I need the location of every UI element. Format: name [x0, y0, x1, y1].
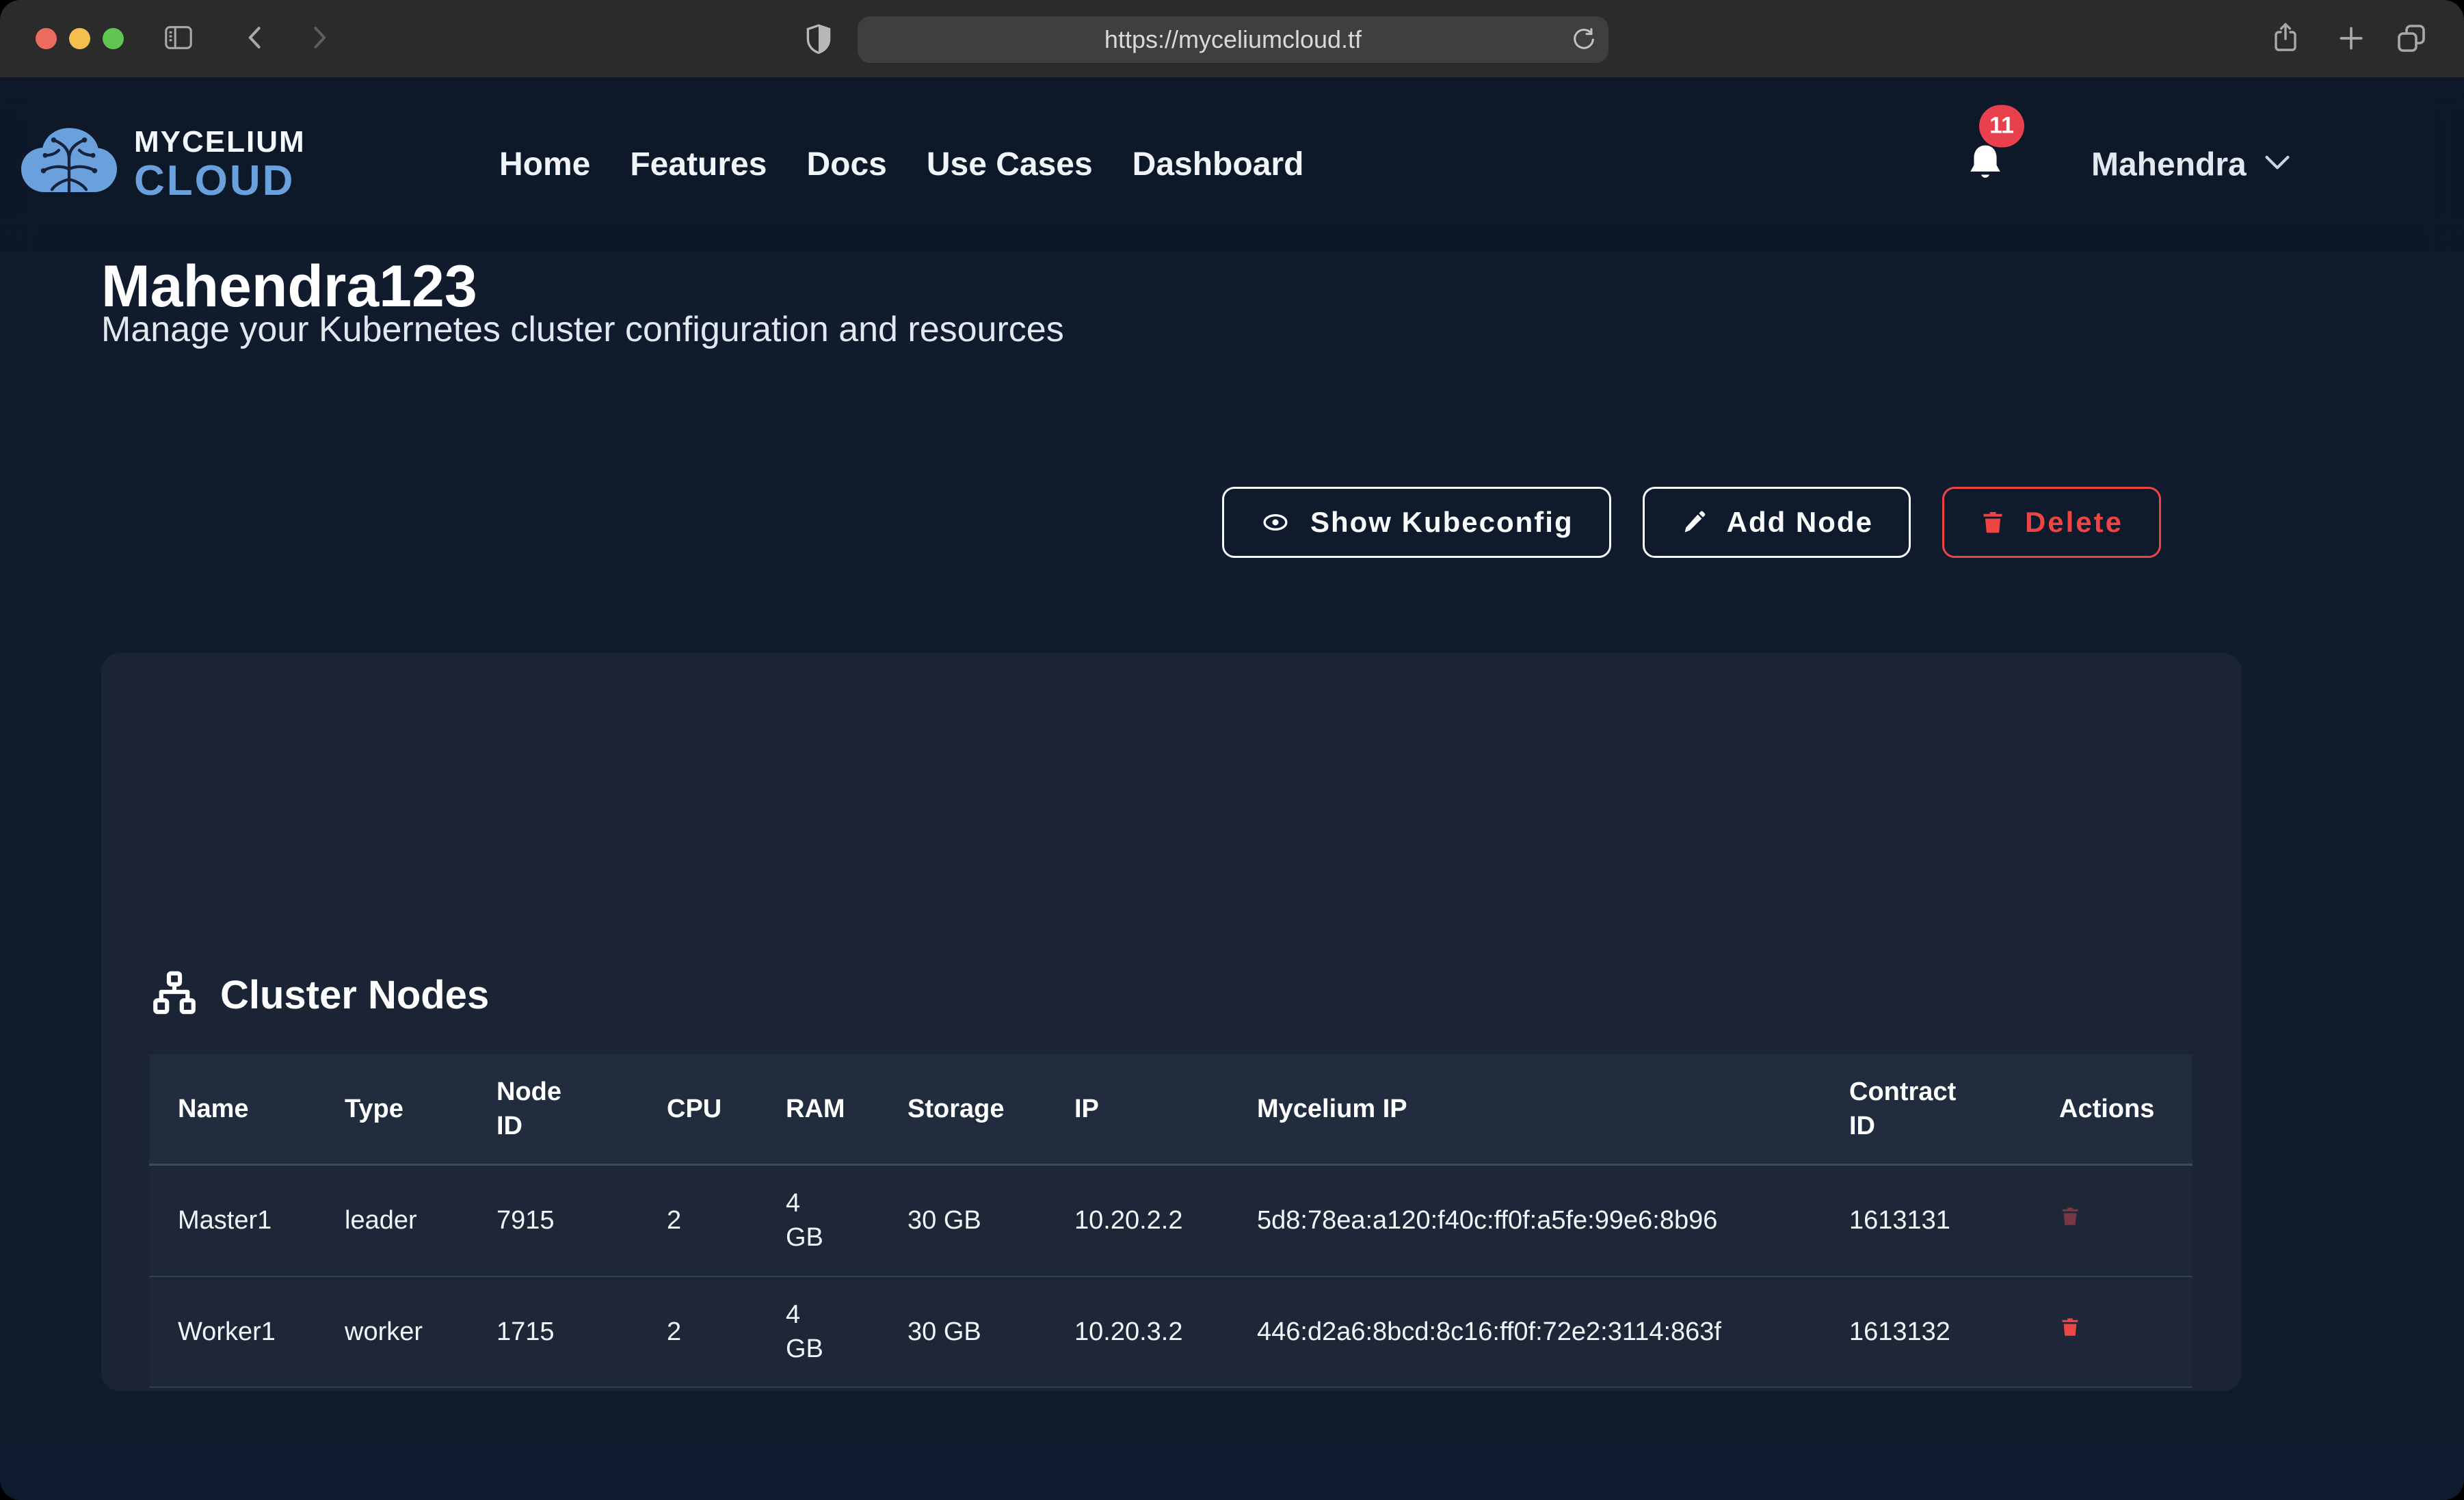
col-node-id: Node ID — [468, 1054, 638, 1165]
table-row: Master1 leader 7915 2 4 GB 30 GB 10.20.2… — [149, 1165, 2193, 1276]
col-cpu: CPU — [638, 1054, 757, 1165]
col-mycelium-ip: Mycelium IP — [1228, 1054, 1820, 1165]
address-bar[interactable]: https://myceliumcloud.tf — [858, 16, 1608, 63]
footer-band — [0, 1451, 2464, 1500]
col-name: Name — [149, 1054, 316, 1165]
cell-ip: 10.20.2.2 — [1046, 1165, 1228, 1276]
pencil-icon — [1680, 508, 1708, 537]
close-window-button[interactable] — [36, 28, 57, 49]
brand-name-top: MYCELIUM — [134, 127, 306, 157]
notification-badge: 11 — [1979, 105, 2024, 147]
sidebar-toggle-icon[interactable] — [161, 22, 196, 53]
browser-window: https://myceliumcloud.tf — [0, 0, 2464, 1500]
cluster-actions: Show Kubeconfig Add Node Delete — [101, 487, 2161, 558]
reload-icon[interactable] — [1570, 26, 1598, 57]
brand-logo[interactable]: MYCELIUM CLOUD — [18, 124, 306, 205]
network-nodes-icon — [149, 968, 200, 1022]
site-navbar: MYCELIUM CLOUD Home Features Docs Use Ca… — [0, 77, 2464, 252]
brand-wordmark: MYCELIUM CLOUD — [134, 127, 306, 202]
cell-name: Master1 — [149, 1165, 316, 1276]
show-kubeconfig-label: Show Kubeconfig — [1310, 506, 1574, 539]
col-type: Type — [316, 1054, 468, 1165]
cell-actions — [2030, 1276, 2193, 1387]
table-header-row: Name Type Node ID CPU RAM Storage IP Myc… — [149, 1054, 2193, 1165]
privacy-shield-icon[interactable] — [802, 21, 836, 57]
trash-icon — [1980, 507, 2006, 537]
cluster-nodes-header: Cluster Nodes — [149, 968, 489, 1022]
delete-node-button[interactable] — [2059, 1314, 2081, 1340]
cluster-nodes-table: Name Type Node ID CPU RAM Storage IP Myc… — [149, 1054, 2193, 1388]
nav-item-dashboard[interactable]: Dashboard — [1132, 146, 1304, 183]
add-node-label: Add Node — [1727, 506, 1873, 539]
user-menu[interactable]: Mahendra — [2091, 146, 2290, 183]
cell-type: leader — [316, 1165, 468, 1276]
cell-cpu: 2 — [638, 1165, 757, 1276]
share-icon[interactable] — [2269, 19, 2302, 56]
cell-storage: 30 GB — [879, 1165, 1046, 1276]
cell-contract-id: 1613131 — [1820, 1165, 2030, 1276]
cell-contract-id: 1613132 — [1820, 1276, 2030, 1387]
notifications-button[interactable]: 11 — [1964, 140, 2006, 189]
tab-overview-icon[interactable] — [2395, 22, 2428, 55]
cell-node-id: 7915 — [468, 1165, 638, 1276]
col-ip: IP — [1046, 1054, 1228, 1165]
new-tab-icon[interactable] — [2336, 23, 2366, 53]
cell-ram: 4 GB — [757, 1165, 879, 1276]
show-kubeconfig-button[interactable]: Show Kubeconfig — [1222, 487, 1611, 558]
nav-item-docs[interactable]: Docs — [806, 146, 886, 183]
table-row: Worker1 worker 1715 2 4 GB 30 GB 10.20.3… — [149, 1276, 2193, 1387]
col-contract-id: Contract ID — [1820, 1054, 2030, 1165]
user-name: Mahendra — [2091, 146, 2247, 183]
nav-item-home[interactable]: Home — [499, 146, 590, 183]
cell-mycelium-ip: 5d8:78ea:a120:f40c:ff0f:a5fe:99e6:8b96 — [1228, 1165, 1820, 1276]
chevron-down-icon — [2264, 155, 2290, 174]
cell-name: Worker1 — [149, 1276, 316, 1387]
forward-icon[interactable] — [304, 23, 334, 53]
cell-ram: 4 GB — [757, 1276, 879, 1387]
mycelium-cloud-logo-icon — [18, 124, 120, 205]
page-title: Mahendra123 — [101, 256, 477, 317]
col-storage: Storage — [879, 1054, 1046, 1165]
col-actions: Actions — [2030, 1054, 2193, 1165]
delete-label: Delete — [2025, 506, 2123, 539]
cell-mycelium-ip: 446:d2a6:8bcd:8c16:ff0f:72e2:3114:863f — [1228, 1276, 1820, 1387]
delete-node-button-disabled[interactable] — [2059, 1203, 2081, 1229]
delete-cluster-button[interactable]: Delete — [1942, 487, 2161, 558]
zoom-window-button[interactable] — [103, 28, 124, 49]
window-controls — [36, 28, 124, 49]
brand-name-bottom: CLOUD — [134, 160, 306, 202]
nav-item-use-cases[interactable]: Use Cases — [927, 146, 1093, 183]
page-subtitle: Manage your Kubernetes cluster configura… — [101, 309, 1064, 350]
nav-item-features[interactable]: Features — [630, 146, 767, 183]
cluster-nodes-title: Cluster Nodes — [220, 972, 489, 1018]
cell-ip: 10.20.3.2 — [1046, 1276, 1228, 1387]
url-text: https://myceliumcloud.tf — [1104, 25, 1362, 54]
minimize-window-button[interactable] — [69, 28, 90, 49]
browser-titlebar: https://myceliumcloud.tf — [0, 0, 2464, 79]
col-ram: RAM — [757, 1054, 879, 1165]
cell-storage: 30 GB — [879, 1276, 1046, 1387]
cell-node-id: 1715 — [468, 1276, 638, 1387]
cell-actions — [2030, 1165, 2193, 1276]
eye-icon — [1260, 509, 1291, 536]
cell-cpu: 2 — [638, 1276, 757, 1387]
add-node-button[interactable]: Add Node — [1643, 487, 1911, 558]
cell-type: worker — [316, 1276, 468, 1387]
nav-links: Home Features Docs Use Cases Dashboard — [499, 77, 1303, 252]
back-icon[interactable] — [241, 23, 271, 53]
